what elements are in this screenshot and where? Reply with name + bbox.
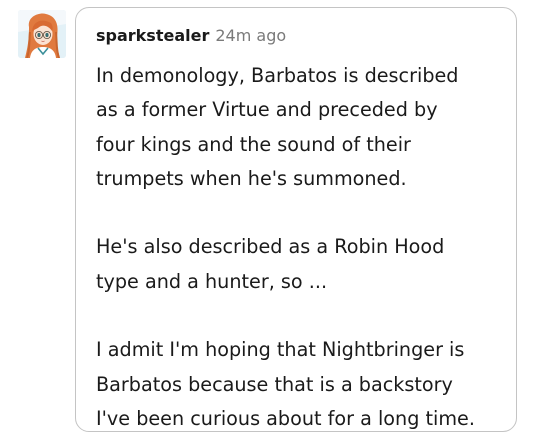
text-line: He's also described as a Robin Hood (96, 235, 445, 259)
text-line: type and a hunter, so ... (96, 269, 328, 293)
paragraph-2: He's also described as a Robin Hood type… (96, 230, 506, 299)
text-line: as a former Virtue and preceded by (96, 98, 438, 122)
paragraph-3: I admit I'm hoping that Nightbringer is … (96, 333, 506, 436)
text-line: Barbatos because that is a backstory (96, 372, 453, 396)
text-line: trumpets when he's summoned. (96, 166, 407, 190)
text-line: I've been curious about for a long time. (96, 406, 475, 430)
comment-bubble: sparkstealer 24m ago In demonology, Barba… (75, 7, 517, 432)
comment-header: sparkstealer 24m ago (96, 25, 286, 47)
text-line: In demonology, Barbatos is described (96, 64, 459, 87)
username[interactable]: sparkstealer (96, 26, 209, 45)
timestamp[interactable]: 24m ago (215, 26, 286, 45)
paragraph-1: In demonology, Barbatos is described as … (96, 59, 506, 196)
comment-body: In demonology, Barbatos is described as … (96, 59, 506, 436)
avatar[interactable] (18, 10, 66, 58)
avatar-image (18, 10, 66, 58)
text-line: I admit I'm hoping that Nightbringer is (96, 338, 465, 362)
text-line: four kings and the sound of their (96, 132, 411, 156)
